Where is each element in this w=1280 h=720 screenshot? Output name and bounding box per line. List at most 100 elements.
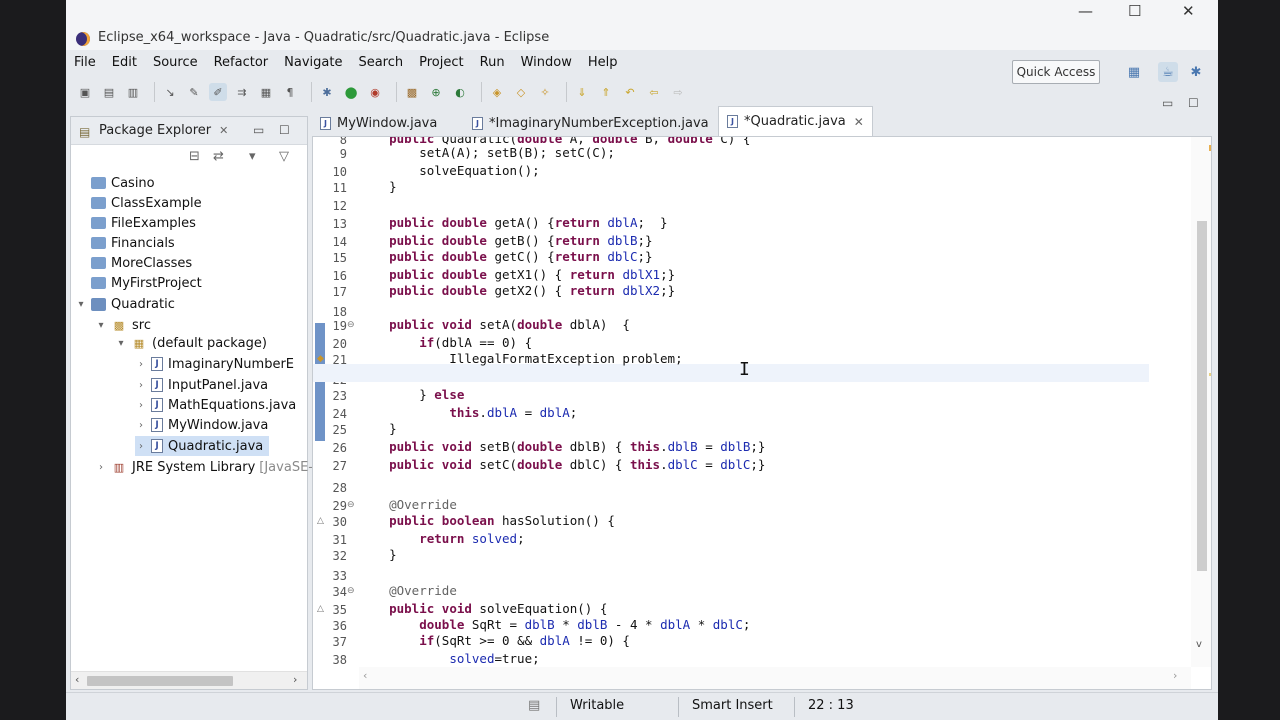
close-icon[interactable]: ✕ xyxy=(219,124,228,137)
menu-run[interactable]: Run xyxy=(480,55,505,70)
show-whitespace-icon[interactable]: ¶ xyxy=(281,83,299,101)
menu-search[interactable]: Search xyxy=(358,55,403,70)
menu-project[interactable]: Project xyxy=(419,55,463,70)
chevron-right-icon[interactable]: › xyxy=(95,462,107,473)
open-perspective-icon[interactable]: ▦ xyxy=(1124,62,1144,82)
tree-item-mathequations[interactable]: › J MathEquations.java xyxy=(135,395,296,415)
java-perspective-icon[interactable]: ☕ xyxy=(1158,62,1178,82)
status-trim-icon[interactable]: ▤ xyxy=(528,698,540,713)
explorer-horizontal-scrollbar[interactable]: ‹ › xyxy=(71,671,307,689)
scrollbar-thumb[interactable] xyxy=(1197,221,1207,571)
fold-toggle-icon[interactable]: ⊖ xyxy=(347,586,355,596)
menu-refactor[interactable]: Refactor xyxy=(214,55,269,70)
skip-breakpoints-icon[interactable]: ↘ xyxy=(161,83,179,101)
collapse-all-icon[interactable]: ⊟ xyxy=(189,149,200,164)
scrollbar-thumb[interactable] xyxy=(87,676,233,686)
tree-item-src[interactable]: ▾ ▩ src xyxy=(95,315,151,335)
last-edit-icon[interactable]: ↶ xyxy=(621,83,639,101)
code-line[interactable]: public double getX2() { return dblX2;} xyxy=(359,283,675,301)
overview-warning-marker[interactable] xyxy=(1209,145,1211,151)
chevron-down-icon[interactable]: ▾ xyxy=(95,320,107,331)
override-marker-icon[interactable]: △ xyxy=(317,604,324,614)
menu-file[interactable]: File xyxy=(74,55,96,70)
chevron-right-icon[interactable]: › xyxy=(135,359,147,370)
code-line[interactable]: setA(A); setB(B); setC(C); xyxy=(359,145,615,163)
menu-edit[interactable]: Edit xyxy=(112,55,137,70)
tree-item-financials[interactable]: Financials xyxy=(91,233,175,253)
tree-item-quadratic[interactable]: ▾ Quadratic xyxy=(75,294,174,314)
tree-item-fileexamples[interactable]: FileExamples xyxy=(91,213,196,233)
chevron-right-icon[interactable]: › xyxy=(1173,669,1177,682)
fold-toggle-icon[interactable]: ⊖ xyxy=(347,500,355,510)
chevron-right-icon[interactable]: › xyxy=(135,420,147,431)
new-icon[interactable]: ▣ xyxy=(76,83,94,101)
code-line[interactable]: public double getA() {return dblA; } xyxy=(359,215,667,233)
fold-toggle-icon[interactable]: ⊖ xyxy=(347,320,355,330)
menu-help[interactable]: Help xyxy=(588,55,618,70)
save-all-icon[interactable]: ▥ xyxy=(124,83,142,101)
quick-access-field[interactable]: Quick Access xyxy=(1012,60,1100,84)
debug-icon[interactable]: ✱ xyxy=(318,83,336,101)
open-task-icon[interactable]: ◇ xyxy=(512,83,530,101)
editor-horizontal-scrollbar[interactable]: ‹ › xyxy=(359,667,1191,689)
tree-item-inputpanel[interactable]: › J InputPanel.java xyxy=(135,375,268,395)
new-java-project-icon[interactable]: ▩ xyxy=(403,83,421,101)
next-annotation-icon[interactable]: ⇉ xyxy=(233,83,251,101)
chevron-right-icon[interactable]: › xyxy=(135,380,147,391)
code-line[interactable]: @Override xyxy=(359,583,457,601)
close-icon[interactable]: ✕ xyxy=(854,115,864,129)
package-explorer-tab[interactable]: ▤ Package Explorer ✕ xyxy=(71,117,307,145)
link-with-editor-icon[interactable]: ⇄ xyxy=(213,149,224,164)
new-package-icon[interactable]: ⊕ xyxy=(427,83,445,101)
code-line[interactable]: public void setA(double dblA) { xyxy=(359,317,630,335)
tab-imaginarynumberexception[interactable]: J *ImaginaryNumberException.java xyxy=(464,110,717,136)
run-icon[interactable]: ● xyxy=(342,83,360,101)
debug-perspective-icon[interactable]: ✱ xyxy=(1186,62,1206,82)
chevron-down-icon[interactable]: v xyxy=(1196,639,1202,650)
save-icon[interactable]: ▤ xyxy=(100,83,118,101)
prev-edit-icon[interactable]: ⇑ xyxy=(597,83,615,101)
coverage-icon[interactable]: ◉ xyxy=(366,83,384,101)
back-icon[interactable]: ⇦ xyxy=(645,83,663,101)
chevron-left-icon[interactable]: ‹ xyxy=(75,673,79,686)
new-class-icon[interactable]: ◐ xyxy=(451,83,469,101)
menu-source[interactable]: Source xyxy=(153,55,198,70)
tree-item-myfirstproject[interactable]: MyFirstProject xyxy=(91,273,202,293)
tab-quadratic[interactable]: J *Quadratic.java ✕ xyxy=(718,106,873,136)
tree-item-jre-system-library[interactable]: › ▥ JRE System Library [JavaSE- xyxy=(95,457,313,477)
code-line[interactable]: } xyxy=(359,547,397,565)
override-marker-icon[interactable]: △ xyxy=(317,516,324,526)
maximize-button[interactable]: ☐ xyxy=(1128,2,1141,20)
editor-vertical-scrollbar[interactable]: ^ v xyxy=(1191,137,1211,667)
tab-mywindow[interactable]: J MyWindow.java xyxy=(312,110,445,136)
code-line[interactable]: } xyxy=(359,179,397,197)
minimize-button[interactable]: — xyxy=(1078,2,1093,20)
chevron-right-icon[interactable]: › xyxy=(135,441,147,452)
tree-item-default-package[interactable]: ▾ ▦ (default package) xyxy=(115,333,266,353)
code-line[interactable]: public void setC(double dblC) { this.dbl… xyxy=(359,457,765,475)
open-type-icon[interactable]: ◈ xyxy=(488,83,506,101)
chevron-down-icon[interactable]: ▾ xyxy=(75,299,87,310)
next-edit-icon[interactable]: ⇓ xyxy=(573,83,591,101)
close-window-button[interactable]: ✕ xyxy=(1182,2,1195,20)
highlight-icon[interactable]: ✐ xyxy=(209,83,227,101)
chevron-right-icon[interactable]: › xyxy=(293,673,297,686)
code-area[interactable]: public Quadratic(double A, double B, dou… xyxy=(359,137,1189,667)
view-menu-filter-icon[interactable]: ▾ xyxy=(249,149,256,164)
menu-navigate[interactable]: Navigate xyxy=(284,55,342,70)
minimize-editor-icon[interactable]: ▭ xyxy=(1162,96,1173,110)
code-line[interactable]: } else xyxy=(359,387,464,405)
tree-item-moreclasses[interactable]: MoreClasses xyxy=(91,253,192,273)
tree-item-classexample[interactable]: ClassExample xyxy=(91,193,202,213)
maximize-editor-icon[interactable]: ☐ xyxy=(1188,96,1199,110)
warning-marker-icon[interactable]: ◆ xyxy=(317,354,324,364)
code-line[interactable]: } xyxy=(359,421,397,439)
mark-occurrences-icon[interactable]: ✎ xyxy=(185,83,203,101)
maximize-view-icon[interactable]: ☐ xyxy=(279,123,290,137)
code-line[interactable]: public boolean hasSolution() { xyxy=(359,513,615,531)
tree-item-imaginarynumberexception[interactable]: › J ImaginaryNumberE xyxy=(135,354,294,374)
code-line[interactable]: if(SqRt >= 0 && dblA != 0) { xyxy=(359,633,630,651)
minimize-view-icon[interactable]: ▭ xyxy=(253,123,264,137)
overview-occurrence-marker[interactable] xyxy=(1209,373,1211,376)
code-line[interactable]: IllegalFormatException problem; xyxy=(359,351,682,369)
